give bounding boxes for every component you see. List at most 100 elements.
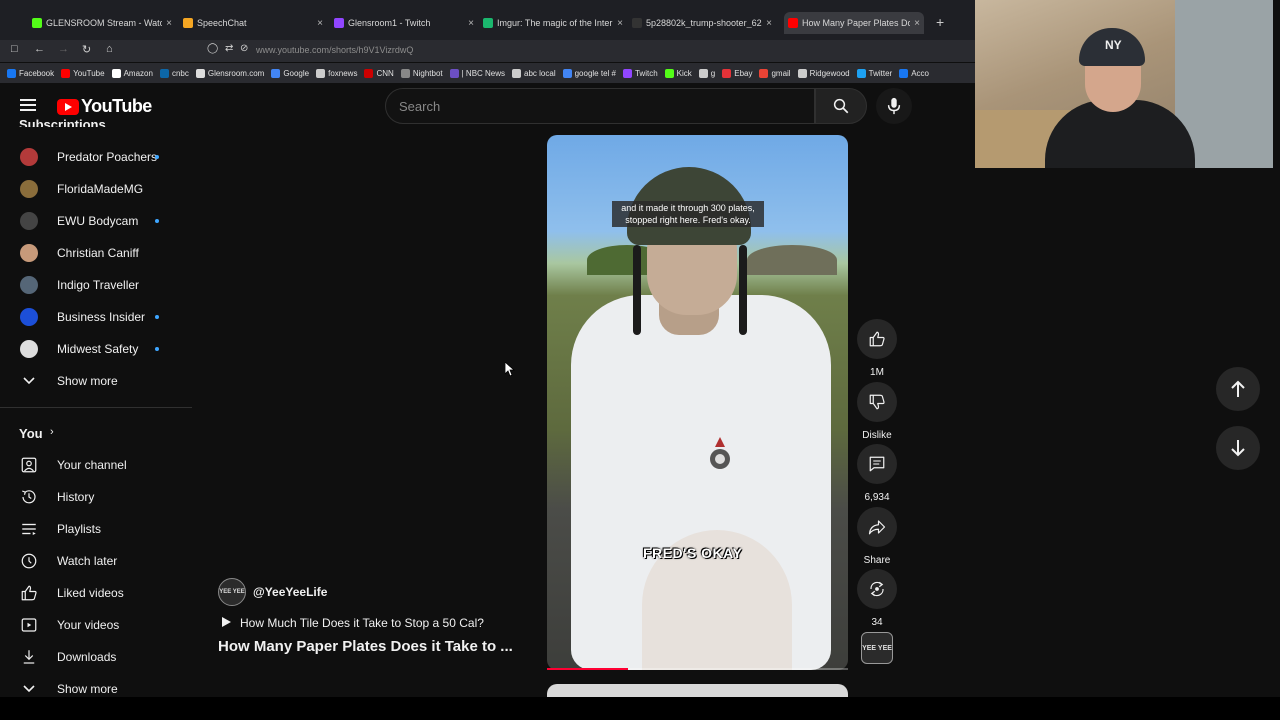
browser-tab[interactable]: Imgur: The magic of the Interne × [483, 12, 623, 34]
sidebar-item[interactable]: Your videos [0, 609, 192, 641]
tab-close-icon[interactable]: × [166, 18, 172, 29]
browser-tab[interactable]: Glensroom1 - Twitch × [334, 12, 474, 34]
subscription-item[interactable]: Christian Caniff [0, 237, 192, 269]
dislike-button[interactable] [857, 382, 897, 422]
subscription-item[interactable]: EWU Bodycam [0, 205, 192, 237]
tab-close-icon[interactable]: × [766, 18, 772, 29]
sidebar-item[interactable]: History [0, 481, 192, 513]
hamburger-menu-icon[interactable] [20, 99, 36, 111]
home-icon[interactable]: ⌂ [106, 43, 113, 55]
like-action: 1M [857, 319, 897, 378]
search-input[interactable]: Search [385, 88, 815, 124]
bookmark-item[interactable]: Acco [899, 68, 929, 78]
bookmark-item[interactable]: | NBC News [449, 68, 505, 78]
sidebar-item[interactable]: Liked videos [0, 577, 192, 609]
next-short-button[interactable] [1216, 426, 1260, 470]
tab-favicon-icon [632, 18, 642, 28]
site-info-icon[interactable]: ◯ [207, 43, 218, 54]
remix-button[interactable] [857, 569, 897, 609]
url-field[interactable]: www.youtube.com/shorts/h9V1VizrdwQ [256, 45, 413, 55]
video-progress-bar[interactable] [547, 668, 848, 670]
bookmark-label: Google [283, 68, 310, 78]
sidebar-item[interactable]: Playlists [0, 513, 192, 545]
bookmark-favicon-icon [562, 68, 572, 78]
channel-avatar[interactable]: YEE YEE [218, 578, 246, 606]
chevron-right-icon[interactable]: › [50, 426, 54, 438]
bookmark-label: gmail [771, 68, 791, 78]
browser-tab[interactable]: SpeechChat × [183, 12, 323, 34]
tab-close-icon[interactable]: × [914, 18, 920, 29]
thumbs-up-icon [19, 583, 39, 603]
bookmark-label: Ridgewood [809, 68, 850, 78]
bookmark-item[interactable]: YouTube [61, 68, 105, 78]
bookmark-item[interactable]: google tel # [562, 68, 616, 78]
bookmark-item[interactable]: abc local [512, 68, 556, 78]
bookmark-favicon-icon [759, 68, 769, 78]
bookmark-item[interactable]: cnbc [159, 68, 189, 78]
share-button[interactable] [857, 507, 897, 547]
sidebar-item[interactable]: Your channel [0, 449, 192, 481]
tab-close-icon[interactable]: × [617, 18, 623, 29]
subscription-item[interactable]: Indigo Traveller [0, 269, 192, 301]
you-heading[interactable]: You [19, 426, 43, 441]
back-icon[interactable]: ← [34, 43, 45, 55]
show-more-subscriptions[interactable]: Show more [0, 365, 192, 397]
bookmark-label: Nightbot [412, 68, 443, 78]
related-video-link[interactable]: How Much Tile Does it Take to Stop a 50 … [240, 616, 484, 630]
bookmark-item[interactable]: Amazon [111, 68, 153, 78]
bookmark-item[interactable]: Facebook [7, 68, 55, 78]
like-button[interactable] [857, 319, 897, 359]
comments-button[interactable] [857, 444, 897, 484]
bookmark-item[interactable]: foxnews [316, 68, 357, 78]
browser-tab[interactable]: 5p28802k_trump-shooter_625x300 × [632, 12, 772, 34]
bookmark-item[interactable]: Ebay [722, 68, 752, 78]
bookmark-item[interactable]: Twitch [622, 68, 658, 78]
tab-close-icon[interactable]: × [468, 18, 474, 29]
bookmark-item[interactable]: Glensroom.com [195, 68, 264, 78]
short-title[interactable]: How Many Paper Plates Does it Take to ..… [218, 638, 513, 655]
new-tab-button[interactable]: + [936, 14, 944, 30]
bookmark-label: Facebook [19, 68, 55, 78]
play-icon[interactable] [220, 616, 232, 628]
helmet-strap [633, 245, 641, 335]
subscription-item[interactable]: Midwest Safety [0, 333, 192, 365]
bookmark-item[interactable]: Google [271, 68, 310, 78]
tune-icon[interactable]: ⇄ [225, 43, 233, 54]
bookmark-item[interactable]: CNN [364, 68, 394, 78]
bookmark-item[interactable]: Twitter [856, 68, 892, 78]
channel-handle[interactable]: @YeeYeeLife [253, 585, 327, 599]
arrow-down-icon [1231, 440, 1245, 457]
channel-avatar-small[interactable]: YEE YEE [861, 632, 893, 664]
tab-title: SpeechChat [197, 18, 247, 28]
bookmark-favicon-icon [856, 68, 866, 78]
bookmark-item[interactable]: Ridgewood [797, 68, 850, 78]
playlist-icon [19, 519, 39, 539]
bookmark-label: google tel # [574, 68, 616, 78]
helmet-strap [739, 245, 747, 335]
like-count: 1M [870, 367, 884, 378]
sidebar-item[interactable]: Downloads [0, 641, 192, 673]
bookmark-item[interactable]: g [698, 68, 715, 78]
thumbs-up-icon [869, 331, 885, 347]
subscription-item[interactable]: FloridaMadeMG [0, 173, 192, 205]
camera-blocked-icon[interactable]: ⊘ [240, 43, 248, 54]
previous-short-button[interactable] [1216, 367, 1260, 411]
search-button[interactable] [815, 88, 867, 124]
sidebar-toggle-icon[interactable]: □ [11, 43, 18, 55]
person-icon [19, 455, 39, 475]
subscription-item[interactable]: Business Insider [0, 301, 192, 333]
subscriptions-heading[interactable]: Subscriptions [19, 117, 106, 127]
browser-tab[interactable]: How Many Paper Plates Do × [784, 12, 924, 34]
youtube-logo[interactable]: YouTube [57, 96, 152, 117]
browser-tab[interactable]: GLENSROOM Stream - Watch Li× [32, 12, 172, 34]
channel-avatar [20, 308, 38, 326]
tab-close-icon[interactable]: × [317, 18, 323, 29]
subscription-item[interactable]: Predator Poachers [0, 141, 192, 173]
bookmark-item[interactable]: Nightbot [400, 68, 443, 78]
bookmark-item[interactable]: Kick [664, 68, 692, 78]
bookmark-item[interactable]: gmail [759, 68, 791, 78]
reload-icon[interactable]: ↻ [82, 43, 91, 56]
sidebar-item[interactable]: Watch later [0, 545, 192, 577]
forward-icon[interactable]: → [58, 43, 69, 55]
voice-search-button[interactable] [876, 88, 912, 124]
